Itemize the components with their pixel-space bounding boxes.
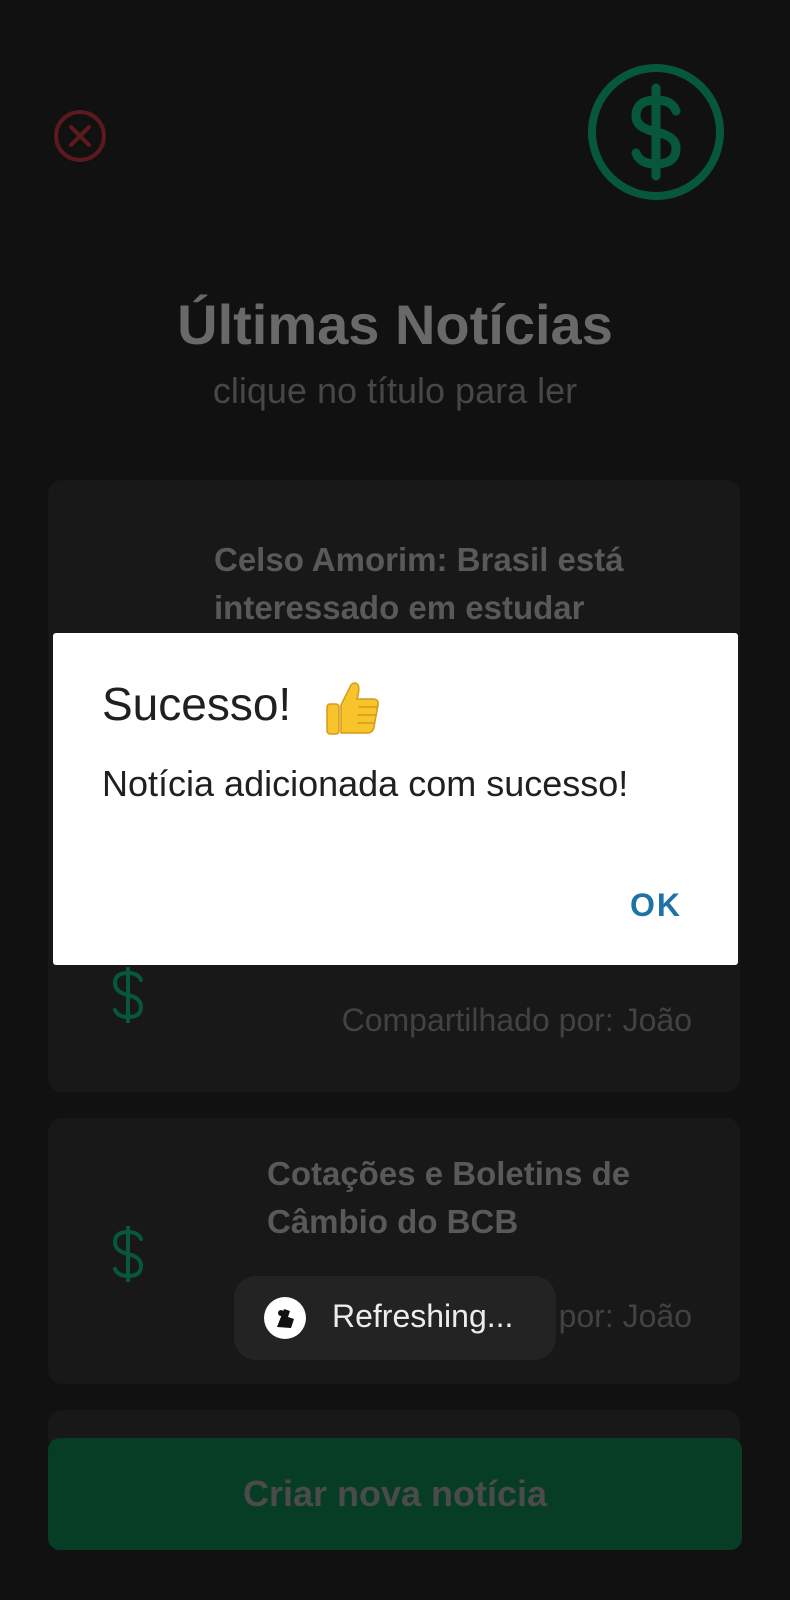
dialog-title: Sucesso!: [102, 678, 292, 730]
dialog-message: Notícia adicionada com sucesso!: [102, 763, 629, 804]
page-subtitle: clique no título para ler: [212, 370, 578, 411]
news-title[interactable]: Cotações e Boletins de Câmbio do BCB: [267, 1150, 630, 1246]
close-icon[interactable]: [52, 108, 108, 164]
ok-button[interactable]: OK: [630, 887, 682, 924]
news-author: Compartilhado por: João: [341, 1002, 692, 1038]
thumbs-up-icon: [326, 682, 379, 735]
success-dialog: Sucesso! Notícia adicionada com sucesso!…: [53, 633, 738, 965]
dollar-circle-icon: [588, 64, 724, 200]
page-title: Últimas Notícias: [177, 293, 613, 356]
dollar-icon: [112, 967, 144, 1023]
app-icon: [264, 1297, 306, 1339]
news-title[interactable]: Celso Amorim: Brasil está interessado em…: [214, 536, 624, 632]
dollar-icon: [112, 1226, 144, 1282]
create-news-button[interactable]: Criar nova notícia: [48, 1438, 742, 1550]
refresh-toast: Refreshing...: [234, 1276, 556, 1360]
toast-text: Refreshing...: [332, 1298, 514, 1334]
